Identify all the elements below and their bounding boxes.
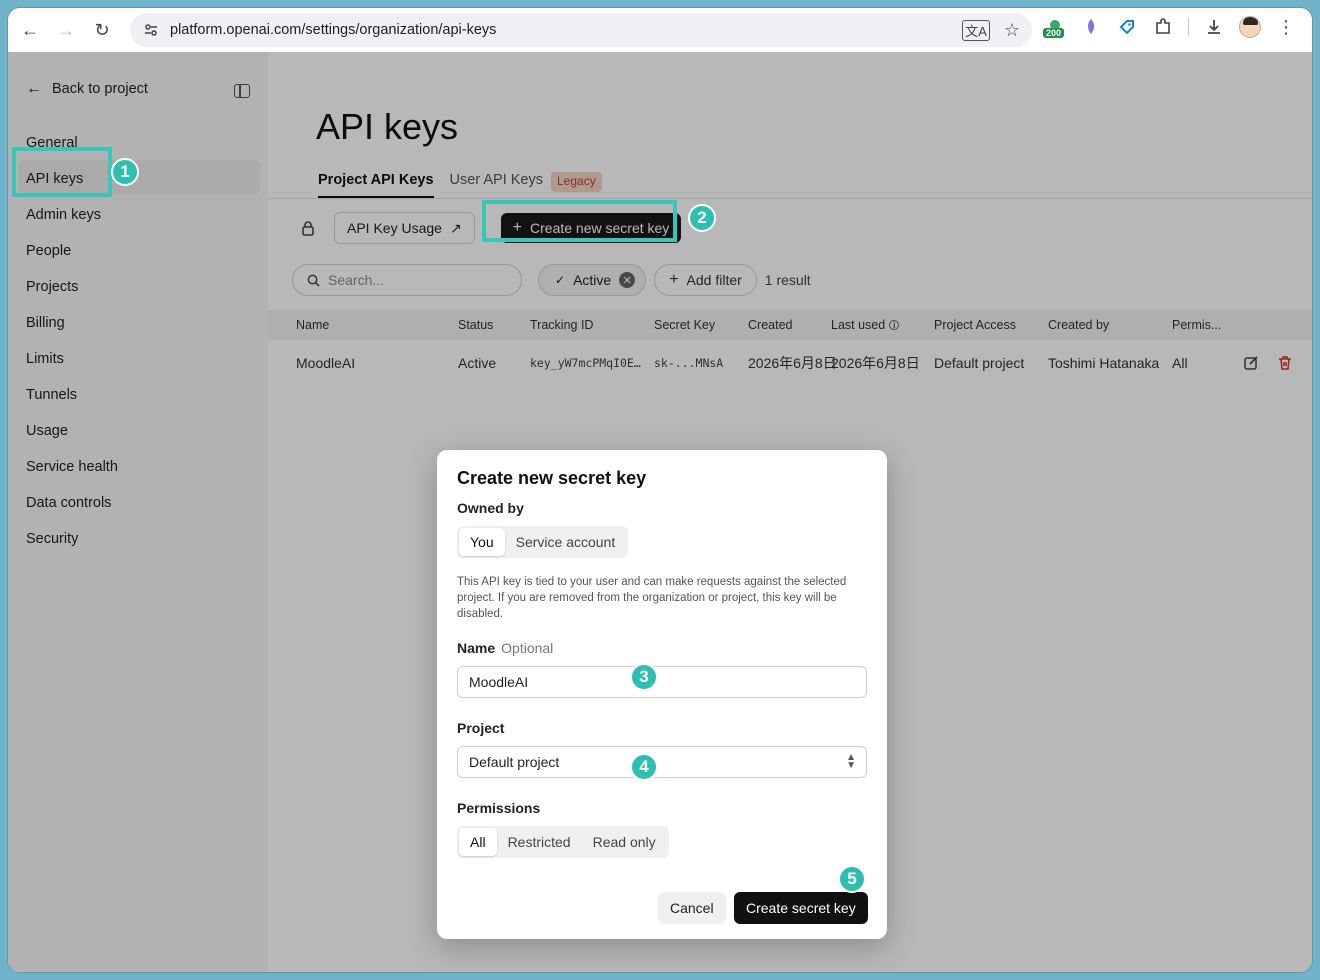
annotation-highlight-create-key — [482, 200, 677, 242]
step-1-marker: 1 — [111, 158, 139, 186]
permissions-all-option[interactable]: All — [459, 828, 497, 856]
step-3-marker: 3 — [630, 663, 658, 691]
translate-icon[interactable]: 文A — [962, 19, 990, 41]
create-secret-key-button[interactable]: Create secret key — [734, 892, 868, 924]
url-text: platform.openai.com/settings/organizatio… — [170, 22, 497, 38]
permissions-toggle: All Restricted Read only — [457, 826, 669, 858]
permissions-restricted-option[interactable]: Restricted — [497, 828, 582, 856]
site-settings-icon[interactable] — [136, 22, 166, 38]
extension-badge: 200 — [1043, 28, 1065, 38]
owned-by-service-account-option[interactable]: Service account — [505, 528, 627, 556]
address-bar[interactable]: platform.openai.com/settings/organizatio… — [130, 13, 1032, 47]
download-icon[interactable] — [1203, 16, 1225, 38]
dialog-title: Create new secret key — [457, 468, 647, 488]
create-secret-key-dialog: Create new secret key Owned by You Servi… — [437, 450, 887, 939]
name-label-text: Name — [457, 640, 496, 656]
key-name-value: MoodleAI — [469, 674, 529, 690]
chevron-updown-icon: ▲ ▼ — [846, 752, 856, 771]
annotation-highlight-api-keys — [12, 147, 112, 197]
reload-icon[interactable]: ↻ — [88, 16, 116, 44]
cancel-button[interactable]: Cancel — [658, 892, 726, 924]
bookmark-star-icon[interactable]: ☆ — [1004, 20, 1020, 41]
back-arrow-icon[interactable]: ← — [16, 16, 44, 44]
extensions-puzzle-icon[interactable] — [1152, 16, 1174, 38]
extension-counter-icon[interactable]: 200 — [1043, 16, 1066, 38]
permissions-read-only-option[interactable]: Read only — [582, 828, 667, 856]
project-select[interactable]: Default project ▲ ▼ — [457, 746, 867, 778]
optional-hint: Optional — [501, 640, 554, 656]
key-name-input[interactable]: MoodleAI — [457, 666, 867, 698]
ownership-description: This API key is tied to your user and ca… — [457, 576, 847, 620]
toolbar-divider — [1188, 18, 1189, 36]
extension-rocket-icon[interactable] — [1080, 16, 1102, 38]
owned-by-you-option[interactable]: You — [459, 528, 505, 556]
forward-arrow-icon[interactable]: → — [52, 16, 80, 44]
step-4-marker: 4 — [630, 753, 658, 781]
owned-by-label: Owned by — [457, 500, 524, 516]
permissions-label: Permissions — [457, 800, 541, 816]
project-label: Project — [457, 720, 505, 736]
menu-kebab-icon[interactable]: ⋮ — [1275, 16, 1297, 38]
name-label: Name Optional — [457, 640, 553, 656]
project-select-value: Default project — [469, 754, 560, 770]
browser-toolbar: ← → ↻ platform.openai.com/settings/organ… — [8, 8, 1312, 52]
step-5-marker: 5 — [838, 865, 866, 893]
step-2-marker: 2 — [688, 204, 716, 232]
owned-by-toggle: You Service account — [457, 526, 629, 558]
profile-avatar[interactable] — [1239, 16, 1261, 38]
extension-tag-icon[interactable] — [1116, 16, 1138, 38]
